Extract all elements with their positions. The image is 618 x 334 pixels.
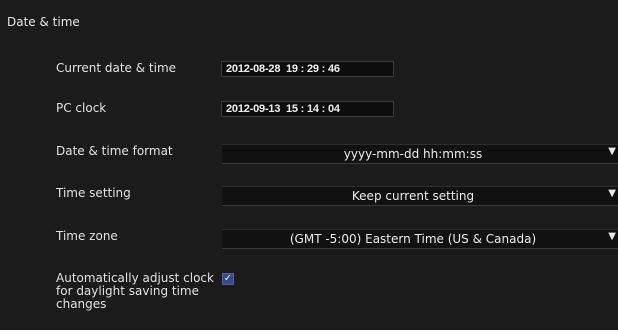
dropdown-arrow-icon: ▼ bbox=[608, 188, 616, 199]
datetime-format-selected-value: yyyy-mm-dd hh:mm:ss bbox=[343, 147, 483, 161]
time-setting-label: Time setting bbox=[56, 186, 131, 200]
current-datetime-label: Current date & time bbox=[56, 61, 177, 75]
current-datetime-readout: 2012-08-28 19 : 29 : 46 bbox=[221, 61, 394, 77]
checkmark-icon: ✓ bbox=[223, 273, 233, 284]
time-zone-select[interactable]: (GMT -5:00) Eastern Time (US & Canada) ▼ bbox=[222, 229, 618, 249]
time-zone-selected-value: (GMT -5:00) Eastern Time (US & Canada) bbox=[289, 232, 537, 246]
time-zone-label: Time zone bbox=[56, 229, 118, 243]
date-time-settings-panel: Date & time Current date & time 2012-08-… bbox=[0, 0, 618, 330]
dropdown-arrow-icon: ▼ bbox=[608, 231, 616, 242]
dst-adjust-label-line-3: changes bbox=[56, 297, 107, 311]
datetime-format-select[interactable]: yyyy-mm-dd hh:mm:ss ▼ bbox=[222, 144, 618, 164]
time-setting-selected-value: Keep current setting bbox=[351, 189, 475, 203]
section-title: Date & time bbox=[7, 15, 80, 29]
pc-clock-readout: 2012-09-13 15 : 14 : 04 bbox=[221, 101, 394, 117]
dst-adjust-checkbox[interactable]: ✓ bbox=[222, 273, 234, 285]
pc-clock-label: PC clock bbox=[56, 101, 107, 115]
time-setting-select[interactable]: Keep current setting ▼ bbox=[222, 186, 618, 206]
datetime-format-label: Date & time format bbox=[56, 144, 173, 158]
dropdown-arrow-icon: ▼ bbox=[608, 146, 616, 157]
